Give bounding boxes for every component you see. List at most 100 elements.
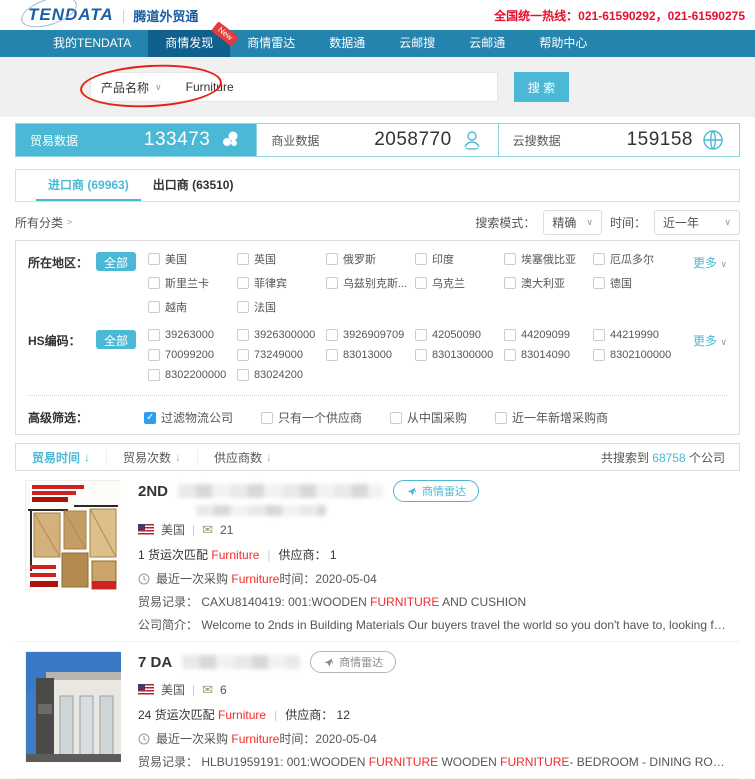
hs-checkbox[interactable]: 42050090 bbox=[415, 329, 504, 341]
chevron-down-icon: ∨ bbox=[720, 259, 727, 269]
checkbox-icon bbox=[504, 329, 516, 341]
country-label: 美国 bbox=[161, 681, 185, 698]
sort-by-supplier-count[interactable]: 供应商数 ↓ bbox=[198, 449, 288, 466]
radar-button[interactable]: 商情雷达 bbox=[310, 651, 396, 673]
hs-checkbox[interactable]: 70099200 bbox=[148, 349, 237, 361]
checkbox-icon bbox=[237, 301, 249, 313]
search-mode-select[interactable]: 精确 ∨ bbox=[543, 210, 602, 235]
nav-item-cloud-mail[interactable]: 云邮通 bbox=[452, 30, 522, 57]
sort-bar: 贸易时间 ↓ 贸易次数 ↓ 供应商数 ↓ 共搜索到 68758 个公司 bbox=[15, 443, 740, 471]
match-row: 24 货运次匹配 Furniture | 供应商： 12 bbox=[138, 706, 730, 723]
hs-code-filter-row: HS编码： 全部 39263000 3926300000 3926909709 … bbox=[28, 329, 727, 389]
region-checkbox-srilanka[interactable]: 斯里兰卡 bbox=[148, 275, 237, 291]
sort-desc-icon: ↓ bbox=[84, 450, 90, 464]
hs-checkbox[interactable]: 83024200 bbox=[237, 369, 326, 381]
mail-count: 6 bbox=[220, 683, 227, 697]
region-checkbox-vietnam[interactable]: 越南 bbox=[148, 299, 237, 315]
importer-exporter-tabs: 进口商 (69963) 出口商 (63510) bbox=[15, 169, 740, 202]
time-range-select[interactable]: 近一年 ∨ bbox=[654, 210, 740, 235]
hs-checkbox[interactable]: 44219990 bbox=[593, 329, 682, 341]
tab-exporters[interactable]: 出口商 (63510) bbox=[141, 170, 246, 201]
radar-button[interactable]: 商情雷达 bbox=[393, 480, 479, 502]
filter-logistics-checkbox[interactable]: 过滤物流公司 bbox=[144, 409, 233, 426]
last-purchase-row: 最近一次采购 Furniture时间：2020-05-04 bbox=[138, 570, 730, 587]
company-title-row: 2ND 商情雷达 bbox=[138, 480, 730, 502]
hs-checkbox[interactable]: 83014090 bbox=[504, 349, 593, 361]
hs-checkbox[interactable]: 8301300000 bbox=[415, 349, 504, 361]
company-title-row: 7 DA 商情雷达 bbox=[138, 651, 730, 673]
hs-more-link[interactable]: 更多 ∨ bbox=[693, 329, 727, 389]
search-input[interactable]: Furniture bbox=[186, 80, 234, 94]
hs-checkbox[interactable]: 44209099 bbox=[504, 329, 593, 341]
hs-checkbox[interactable]: 73249000 bbox=[237, 349, 326, 361]
stat-cloud-search-data[interactable]: 云搜数据 159158 bbox=[498, 124, 739, 156]
brand-name-cn: 腾道外贸通 bbox=[133, 6, 198, 25]
nav-item-cloud-mail-search[interactable]: 云邮搜 bbox=[382, 30, 452, 57]
region-checkbox-ethiopia[interactable]: 埃塞俄比亚 bbox=[504, 251, 593, 267]
molecule-icon bbox=[218, 128, 242, 152]
hs-checkbox[interactable]: 3926909709 bbox=[326, 329, 415, 341]
checkbox-icon bbox=[593, 277, 605, 289]
person-icon bbox=[460, 128, 484, 152]
stat-business-data[interactable]: 商业数据 2058770 bbox=[256, 124, 497, 156]
nav-item-radar[interactable]: 商情雷达 bbox=[230, 30, 312, 57]
company-thumbnail-barn-doors[interactable] bbox=[25, 480, 120, 590]
hs-checkbox[interactable]: 8302100000 bbox=[593, 349, 682, 361]
company-name[interactable]: 7 DA bbox=[138, 654, 172, 671]
search-mode-label: 搜索模式： bbox=[475, 214, 535, 231]
keyword-highlight: FURNITURE bbox=[500, 755, 569, 769]
region-checkbox-ukraine[interactable]: 乌克兰 bbox=[415, 275, 504, 291]
sort-by-trade-time[interactable]: 贸易时间 ↓ bbox=[30, 449, 107, 466]
company-thumbnail-storefront[interactable] bbox=[25, 651, 120, 761]
nav-item-datatong[interactable]: 数据通 bbox=[312, 30, 382, 57]
envelope-icon: ✉ bbox=[202, 522, 213, 538]
checkbox-icon bbox=[261, 412, 273, 424]
search-category-dropdown[interactable]: 产品名称 ∨ bbox=[91, 79, 172, 96]
region-checkbox-india[interactable]: 印度 bbox=[415, 251, 504, 267]
us-flag-icon bbox=[138, 684, 154, 695]
logo: TENDATA | 腾道外贸通 bbox=[28, 5, 198, 25]
search-button[interactable]: 搜 索 bbox=[514, 72, 569, 102]
region-checkbox-us[interactable]: 美国 bbox=[148, 251, 237, 267]
company-meta-row: 美国 | ✉ 6 bbox=[138, 681, 730, 698]
stat-trade-data[interactable]: 贸易数据 133473 bbox=[16, 124, 256, 156]
hs-checkbox[interactable]: 39263000 bbox=[148, 329, 237, 341]
checkbox-icon bbox=[148, 329, 160, 341]
chevron-down-icon: ∨ bbox=[724, 217, 731, 228]
single-supplier-checkbox[interactable]: 只有一个供应商 bbox=[261, 409, 362, 426]
checkbox-icon bbox=[326, 277, 338, 289]
keyword-highlight: Furniture bbox=[231, 732, 279, 746]
checkbox-icon bbox=[237, 349, 249, 361]
new-buyers-checkbox[interactable]: 近一年新增采购商 bbox=[495, 409, 608, 426]
tendata-logo-text: TENDATA bbox=[28, 5, 114, 25]
data-source-stats: 贸易数据 133473 商业数据 2058770 云搜数据 159158 bbox=[15, 123, 740, 157]
region-checkbox-france[interactable]: 法国 bbox=[237, 299, 326, 315]
purchase-from-china-checkbox[interactable]: 从中国采购 bbox=[390, 409, 467, 426]
tab-importers[interactable]: 进口商 (69963) bbox=[36, 170, 141, 201]
redacted-text bbox=[196, 505, 326, 516]
sort-by-trade-count[interactable]: 贸易次数 ↓ bbox=[107, 449, 198, 466]
search-bar[interactable]: 产品名称 ∨ Furniture bbox=[90, 72, 498, 102]
region-more-link[interactable]: 更多 ∨ bbox=[693, 251, 727, 323]
hs-checkbox[interactable]: 8302200000 bbox=[148, 369, 237, 381]
region-filter-row: 所在地区： 全部 美国 英国 俄罗斯 印度 埃塞俄比亚 厄瓜多尔 斯里兰卡 菲律… bbox=[28, 251, 727, 323]
all-categories-link[interactable]: 所有分类 > bbox=[15, 214, 72, 231]
region-checkbox-russia[interactable]: 俄罗斯 bbox=[326, 251, 415, 267]
hs-all-button[interactable]: 全部 bbox=[96, 330, 136, 349]
redacted-company-name bbox=[182, 655, 300, 669]
nav-item-my-tendata[interactable]: 我的TENDATA bbox=[36, 30, 148, 57]
region-checkbox-uzbekistan[interactable]: 乌兹别克斯... bbox=[326, 275, 415, 291]
checkbox-icon bbox=[504, 253, 516, 265]
region-checkbox-ecuador[interactable]: 厄瓜多尔 bbox=[593, 251, 682, 267]
nav-item-discovery[interactable]: 商情发现 New bbox=[148, 30, 230, 57]
region-checkbox-germany[interactable]: 德国 bbox=[593, 275, 682, 291]
region-checkbox-philippines[interactable]: 菲律宾 bbox=[237, 275, 326, 291]
company-name[interactable]: 2ND bbox=[138, 483, 168, 500]
region-checkbox-uk[interactable]: 英国 bbox=[237, 251, 326, 267]
region-checkbox-australia[interactable]: 澳大利亚 bbox=[504, 275, 593, 291]
envelope-icon: ✉ bbox=[202, 682, 213, 698]
hs-checkbox[interactable]: 83013000 bbox=[326, 349, 415, 361]
hs-checkbox[interactable]: 3926300000 bbox=[237, 329, 326, 341]
region-all-button[interactable]: 全部 bbox=[96, 252, 136, 271]
nav-item-help-center[interactable]: 帮助中心 bbox=[522, 30, 604, 57]
